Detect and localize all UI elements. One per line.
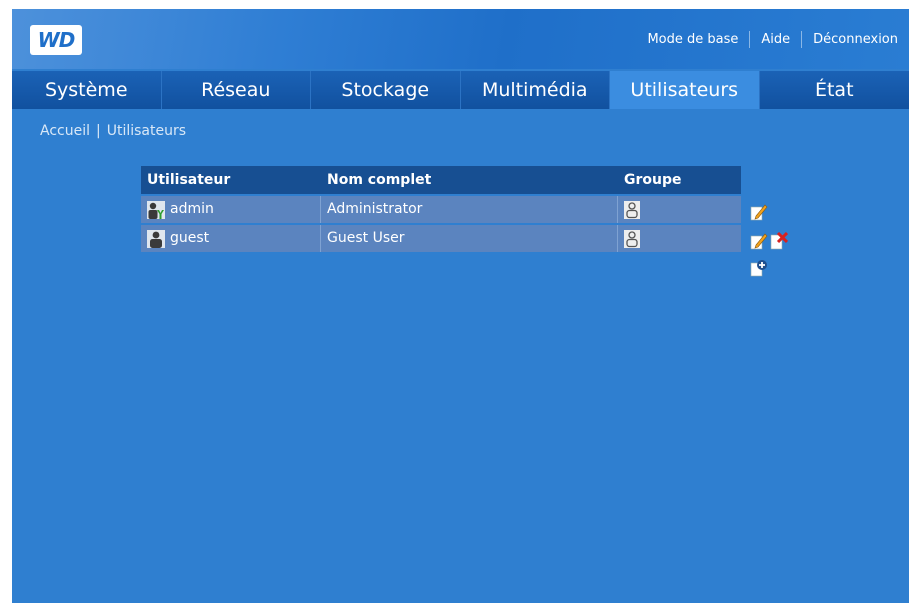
table-row[interactable]: admin Administrator [141,196,741,223]
tab-etat[interactable]: État [760,71,909,109]
user-name: guest [170,230,210,246]
aide-link[interactable]: Aide [750,32,801,47]
full-name-cell: Guest User [321,225,618,252]
app-frame: WD Mode de base Aide Déconnexion Système… [12,9,909,603]
user-name: admin [170,201,214,217]
deconnexion-link[interactable]: Déconnexion [802,32,909,47]
users-table: Utilisateur Nom complet Groupe admin Adm… [141,166,741,252]
full-name-cell: Administrator [321,196,618,223]
group-icon [624,200,640,219]
main-nav: Système Réseau Stockage Multimédia Utili… [12,71,909,109]
user-cell: guest [141,225,321,252]
user-cell: admin [141,196,321,223]
user-icon [147,229,165,248]
group-icon [624,229,640,248]
edit-icon[interactable] [750,203,768,221]
tab-stockage[interactable]: Stockage [311,71,461,109]
wd-logo: WD [30,25,82,55]
group-cell [618,196,741,223]
tab-systeme[interactable]: Système [12,71,162,109]
top-links: Mode de base Aide Déconnexion [636,31,909,48]
edit-icon[interactable] [750,232,768,250]
group-cell [618,225,741,252]
header-nom-complet[interactable]: Nom complet [321,166,618,194]
admin-user-icon [147,200,165,219]
table-row[interactable]: guest Guest User [141,225,741,252]
table-header: Utilisateur Nom complet Groupe [141,166,741,194]
tab-multimedia[interactable]: Multimédia [461,71,610,109]
tab-utilisateurs[interactable]: Utilisateurs [610,71,760,109]
breadcrumb: Accueil | Utilisateurs [40,123,186,139]
logo-text: WD [37,28,76,52]
breadcrumb-home[interactable]: Accueil [40,123,90,139]
mode-de-base-link[interactable]: Mode de base [636,32,749,47]
header-utilisateur[interactable]: Utilisateur [141,166,321,194]
breadcrumb-separator: | [96,123,101,139]
header: WD Mode de base Aide Déconnexion [12,9,909,69]
add-user-icon[interactable] [750,259,768,277]
header-groupe[interactable]: Groupe [618,166,741,194]
tab-reseau[interactable]: Réseau [162,71,311,109]
breadcrumb-current: Utilisateurs [106,123,187,139]
delete-icon[interactable] [770,232,788,250]
